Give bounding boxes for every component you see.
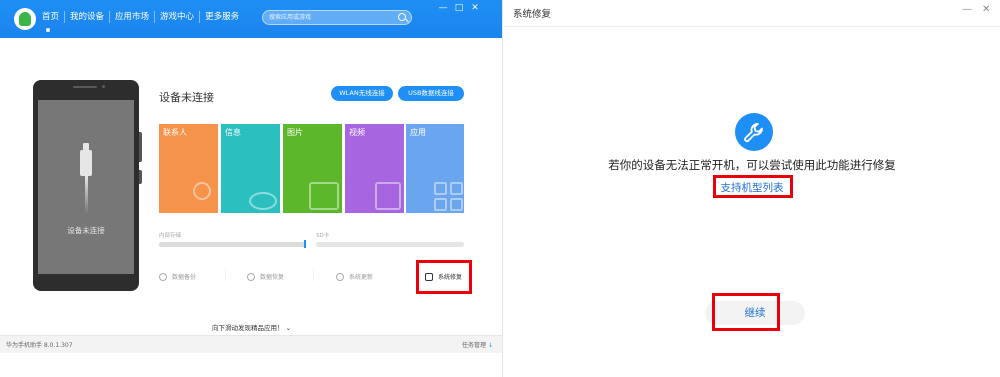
close-button[interactable]: ✕: [982, 4, 990, 15]
message-icon: [249, 192, 277, 210]
picture-icon: [309, 182, 339, 210]
nav-more-services[interactable]: 更多服务: [199, 11, 244, 23]
connection-status: 设备未连接: [159, 91, 214, 104]
apps-icon: [450, 198, 463, 211]
minimize-button[interactable]: —: [962, 4, 972, 15]
task-manager-button[interactable]: 任务管理 ↓: [462, 340, 493, 349]
wrench-glyph: [744, 123, 763, 143]
search-input[interactable]: 搜索应用或游戏: [262, 10, 412, 25]
nav-my-device[interactable]: 我的设备: [64, 11, 109, 23]
highlight-box: [713, 175, 793, 198]
backup-icon: [159, 272, 167, 281]
download-icon: ↓: [487, 342, 493, 349]
window-title: 系统修复: [513, 9, 552, 20]
video-icon: [375, 182, 401, 210]
system-update-button[interactable]: 系统更新: [336, 272, 373, 281]
search-placeholder: 搜索应用或游戏: [269, 14, 312, 21]
sd-card-label: SD卡: [316, 233, 330, 239]
nav-game-center[interactable]: 游戏中心: [154, 11, 199, 23]
apps-icon: [434, 198, 447, 211]
nav-app-market[interactable]: 应用市场: [109, 11, 154, 23]
minimize-button[interactable]: —: [436, 2, 450, 14]
tool-divider: [225, 269, 226, 281]
contacts-icon: [193, 182, 211, 200]
update-icon: [336, 272, 344, 281]
internal-storage-bar: [159, 242, 306, 247]
chevron-down-icon: ⌄: [285, 324, 292, 332]
close-button[interactable]: ✕: [468, 2, 482, 14]
tile-contacts-label: 联系人: [163, 128, 187, 137]
phone-camera: [102, 85, 105, 88]
nav-home[interactable]: 首页: [42, 11, 64, 23]
repair-description: 若你的设备无法正常开机，可以尝试使用此功能进行修复: [608, 158, 896, 172]
highlight-box: [712, 293, 780, 331]
tile-messages-label: 信息: [225, 128, 241, 137]
internal-storage-label: 内部存储: [159, 233, 182, 239]
data-restore-button[interactable]: 数据恢复: [247, 272, 284, 281]
tool-divider: [313, 269, 314, 281]
sd-card-bar: [316, 242, 464, 247]
data-restore-label: 数据恢复: [260, 274, 285, 281]
storage-marker: [304, 240, 306, 248]
apps-icon: [434, 182, 447, 195]
phone-illustration: 设备未连接: [33, 80, 139, 291]
tile-contacts[interactable]: 联系人: [159, 124, 218, 213]
usb-connect-button[interactable]: USB数据线连接: [398, 86, 464, 101]
tile-videos[interactable]: 视频: [345, 124, 404, 213]
phone-side-button: [139, 132, 142, 162]
scroll-hint[interactable]: 向下滑动发现精品应用！ ⌄: [0, 322, 502, 332]
wrench-icon: [735, 113, 773, 151]
scroll-hint-text: 向下滑动发现精品应用！: [211, 324, 284, 332]
highlight-box: [416, 260, 472, 294]
version-text: 华为手机助手 8.0.1.307: [6, 342, 73, 349]
usb-plug-icon: [80, 143, 92, 176]
usb-cord: [85, 176, 88, 214]
task-manager-label: 任务管理: [462, 342, 487, 349]
system-update-label: 系统更新: [349, 274, 374, 281]
title-divider: [504, 26, 1000, 27]
phone-earpiece: [73, 86, 97, 88]
apps-icon: [450, 182, 463, 195]
tile-pictures-label: 图片: [287, 128, 303, 137]
top-nav-bar: 首页 我的设备 应用市场 游戏中心 更多服务 搜索应用或游戏 — □ ✕: [0, 0, 502, 38]
tile-apps[interactable]: 应用: [406, 124, 464, 213]
window-controls: — □ ✕: [436, 2, 482, 14]
data-backup-label: 数据备份: [172, 274, 197, 281]
status-bar: 华为手机助手 8.0.1.307 任务管理 ↓: [0, 335, 502, 353]
maximize-button[interactable]: □: [452, 2, 466, 14]
search-icon[interactable]: [398, 13, 406, 21]
hisuite-logo-icon: [14, 8, 36, 30]
tile-videos-label: 视频: [349, 128, 365, 137]
hisuite-main-window: 首页 我的设备 应用市场 游戏中心 更多服务 搜索应用或游戏 — □ ✕ 设备未…: [0, 0, 503, 377]
tile-messages[interactable]: 信息: [221, 124, 280, 213]
restore-icon: [247, 272, 255, 281]
internal-storage-fill: [159, 242, 306, 247]
data-backup-button[interactable]: 数据备份: [159, 272, 196, 281]
system-repair-window: 系统修复 — ✕ 若你的设备无法正常开机，可以尝试使用此功能进行修复 支持机型列…: [504, 0, 1000, 377]
tile-pictures[interactable]: 图片: [283, 124, 342, 213]
phone-screen: 设备未连接: [38, 100, 134, 274]
tile-apps-label: 应用: [410, 128, 426, 137]
main-nav: 首页 我的设备 应用市场 游戏中心 更多服务: [42, 11, 244, 23]
active-nav-indicator: [46, 28, 50, 32]
phone-screen-text: 设备未连接: [67, 226, 105, 235]
wlan-connect-button[interactable]: WLAN无线连接: [331, 86, 393, 101]
phone-side-button: [139, 170, 142, 184]
